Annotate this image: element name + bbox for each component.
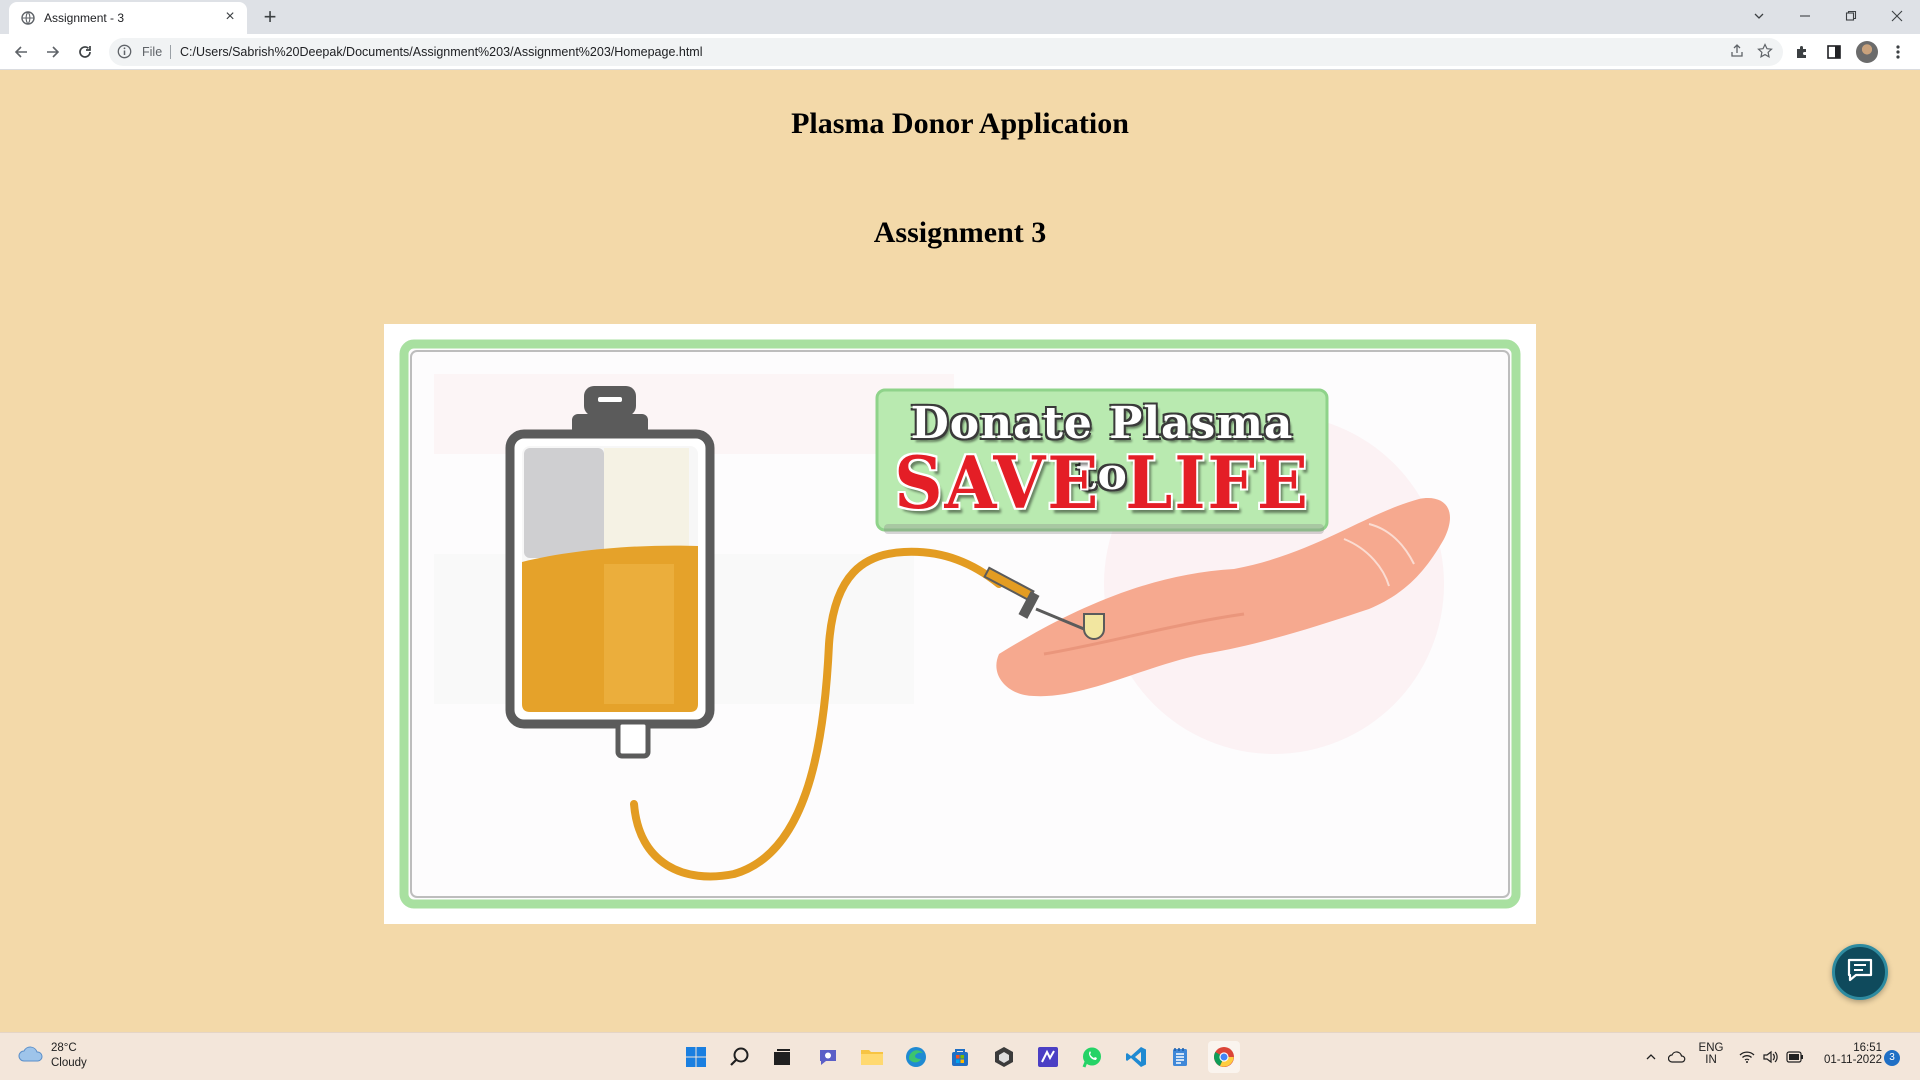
start-button[interactable]	[680, 1041, 712, 1073]
cloud-icon	[18, 1044, 44, 1069]
browser-toolbar: File C:/Users/Sabrish%20Deepak/Documents…	[0, 34, 1920, 70]
microsoft-store-icon[interactable]	[944, 1041, 976, 1073]
banner-text: Donate Plasma to SAVE LIFE	[877, 390, 1327, 530]
forward-button[interactable]	[41, 40, 65, 64]
url-scheme-label: File	[142, 45, 163, 59]
bookmark-star-icon[interactable]	[1757, 43, 1773, 64]
windows-taskbar: 28°C Cloudy ENG IN 16:51 01-11-2022 3	[0, 1032, 1920, 1080]
onedrive-cloud-icon[interactable]	[1662, 1041, 1692, 1073]
tab-search-icon[interactable]	[1736, 0, 1782, 34]
info-icon[interactable]	[117, 44, 132, 64]
profile-avatar[interactable]	[1856, 41, 1878, 63]
page-subtitle: Assignment 3	[873, 216, 1047, 249]
language-region: IN	[1705, 1054, 1717, 1066]
tab-strip: Assignment - 3 × +	[0, 0, 1920, 34]
search-icon[interactable]	[724, 1041, 756, 1073]
tab-title: Assignment - 3	[44, 11, 125, 25]
donate-plasma-poster: Donate Plasma to SAVE LIFE	[384, 324, 1536, 924]
new-tab-button[interactable]: +	[256, 5, 284, 29]
chat-bubble-icon	[1845, 955, 1875, 990]
edge-icon[interactable]	[900, 1041, 932, 1073]
visual-studio-icon[interactable]	[1032, 1041, 1064, 1073]
side-panel-icon[interactable]	[1824, 42, 1844, 62]
address-bar[interactable]: File C:/Users/Sabrish%20Deepak/Documents…	[109, 38, 1783, 66]
clock[interactable]: 16:51 01-11-2022	[1812, 1042, 1882, 1066]
url-text[interactable]: C:/Users/Sabrish%20Deepak/Documents/Assi…	[180, 45, 702, 59]
language-indicator[interactable]: ENG IN	[1696, 1042, 1726, 1066]
globe-icon	[21, 11, 35, 30]
weather-condition: Cloudy	[51, 1057, 87, 1069]
clock-time: 16:51	[1853, 1042, 1882, 1054]
page-title: Plasma Donor Application	[791, 107, 1129, 140]
unity-icon[interactable]	[988, 1041, 1020, 1073]
task-view-icon[interactable]	[766, 1041, 798, 1073]
omnibox-divider	[170, 45, 171, 59]
notification-badge[interactable]: 3	[1884, 1050, 1900, 1066]
chat-button[interactable]	[1832, 944, 1888, 1000]
volume-icon[interactable]	[1759, 1041, 1783, 1073]
file-explorer-icon[interactable]	[856, 1041, 888, 1073]
browser-tab[interactable]: Assignment - 3 ×	[9, 2, 247, 34]
share-icon[interactable]	[1729, 43, 1745, 64]
web-page: Plasma Donor Application Assignment 3 Do…	[0, 71, 1920, 1032]
menu-kebab-icon[interactable]	[1888, 42, 1908, 62]
wifi-icon[interactable]	[1735, 1041, 1759, 1073]
vscode-icon[interactable]	[1120, 1041, 1152, 1073]
weather-temperature: 28°C	[51, 1042, 77, 1054]
minimize-button[interactable]	[1782, 0, 1828, 34]
chrome-icon[interactable]	[1208, 1041, 1240, 1073]
clock-date: 01-11-2022	[1824, 1054, 1882, 1066]
whatsapp-icon[interactable]	[1076, 1041, 1108, 1073]
notepad-icon[interactable]	[1164, 1041, 1196, 1073]
close-tab-icon[interactable]: ×	[221, 8, 239, 26]
teams-chat-icon[interactable]	[812, 1041, 844, 1073]
language-code: ENG	[1698, 1042, 1724, 1054]
restore-button[interactable]	[1828, 0, 1874, 34]
battery-icon[interactable]	[1783, 1041, 1807, 1073]
reload-button[interactable]	[73, 40, 97, 64]
banner-line-2: SAVE LIFE	[894, 440, 1310, 525]
close-window-button[interactable]	[1874, 0, 1920, 34]
extensions-puzzle-icon[interactable]	[1792, 42, 1812, 62]
back-button[interactable]	[9, 40, 33, 64]
plasma-bag	[505, 386, 715, 759]
